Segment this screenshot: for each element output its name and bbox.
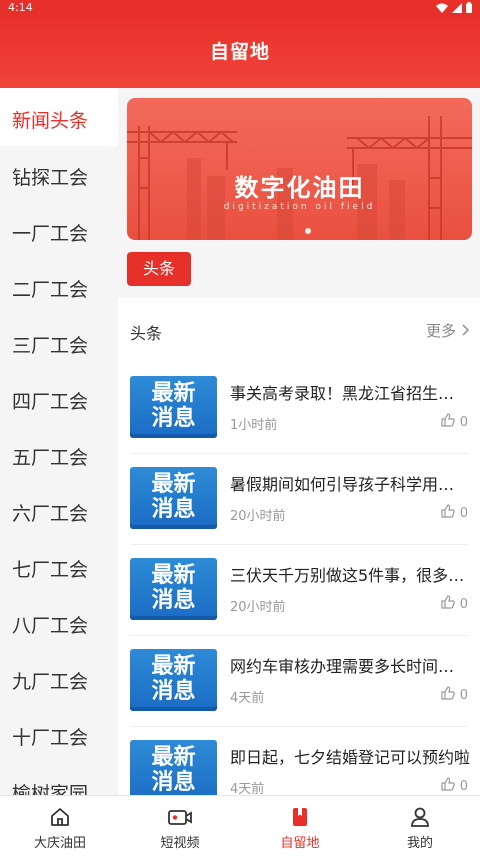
sidebar-item-plant-7[interactable]: 七厂工会 (0, 538, 118, 594)
news-panel: 头条 更多 最新消息 事关高考录取！黑龙江省招生考试院重要提醒 1小时前 0 最… (118, 298, 480, 795)
category-sidebar: 新闻头条 钻探工会 一厂工会 二厂工会 三厂工会 四厂工会 五厂工会 六厂工会 … (0, 88, 118, 795)
news-item[interactable]: 最新消息 暑假期间如何引导孩子科学用眼？专家支招 20小时前 0 (130, 455, 470, 545)
news-item[interactable]: 最新 消息 即日起，七夕结婚登记可以预约啦 4天前 0 (130, 728, 470, 795)
status-bar: 4:14 (0, 0, 480, 16)
news-time: 20小时前 (230, 600, 286, 615)
tab-label: 我的 (406, 836, 433, 851)
thumbs-up-icon (441, 413, 455, 431)
category-tag-headline[interactable]: 头条 (127, 252, 191, 286)
news-thumbnail: 最新 消息 (130, 740, 217, 795)
tab-short-video[interactable]: 短视频 (120, 796, 240, 858)
banner-subtitle: digitization oil field (223, 202, 376, 212)
sidebar-item-plant-8[interactable]: 八厂工会 (0, 594, 118, 650)
more-label: 更多 (425, 322, 456, 340)
tab-mine[interactable]: 我的 (360, 796, 480, 858)
app-header: 自留地 (0, 16, 480, 88)
news-time: 20小时前 (230, 509, 286, 524)
sidebar-item-plant-4[interactable]: 四厂工会 (0, 370, 118, 426)
sidebar-item-plant-9[interactable]: 九厂工会 (0, 650, 118, 706)
news-section-header: 头条 更多 (130, 320, 470, 343)
user-icon (360, 806, 480, 828)
banner-title: 数字化油田 (234, 174, 365, 202)
like-count: 0 (459, 505, 468, 521)
page-title: 自留地 (209, 41, 270, 63)
like-button[interactable]: 0 (441, 777, 468, 795)
sidebar-item-news[interactable]: 新闻头条 (0, 88, 118, 146)
sidebar-item-plant-6[interactable]: 六厂工会 (0, 482, 118, 538)
sidebar-item-plant-3[interactable]: 三厂工会 (0, 314, 118, 370)
wifi-icon (436, 3, 448, 13)
sidebar-item-plant-5[interactable]: 五厂工会 (0, 426, 118, 482)
like-count: 0 (459, 596, 468, 612)
news-item[interactable]: 最新消息 网约车审核办理需要多长时间？官方回复来了 4天前 0 (130, 637, 470, 727)
thumbs-up-icon (441, 504, 455, 522)
news-title: 即日起，七夕结婚登记可以预约啦 (230, 748, 470, 767)
video-icon (120, 806, 240, 828)
like-count: 0 (459, 778, 468, 794)
tab-daqing-oilfield[interactable]: 大庆油田 (0, 796, 120, 858)
news-title: 暑假期间如何引导孩子科学用眼？专家支招 (230, 475, 470, 494)
sidebar-item-drilling[interactable]: 钻探工会 (0, 146, 118, 202)
news-item[interactable]: 最新消息 事关高考录取！黑龙江省招生考试院重要提醒 1小时前 0 (130, 364, 470, 454)
thumbs-up-icon (441, 595, 455, 613)
news-thumbnail: 最新 消息 (130, 467, 217, 529)
news-thumbnail: 最新 消息 (130, 376, 217, 438)
like-button[interactable]: 0 (441, 504, 468, 522)
bookmark-icon (240, 806, 360, 828)
news-thumbnail: 最新 消息 (130, 649, 217, 711)
news-item[interactable]: 最新消息 三伏天千万别做这5件事，很多人都做错了 20小时前 0 (130, 546, 470, 636)
carousel-indicator (305, 228, 311, 234)
news-time: 4天前 (230, 691, 265, 706)
news-title: 网约车审核办理需要多长时间？官方回复来了 (230, 657, 470, 676)
tab-label: 自留地 (280, 836, 320, 851)
thumbs-up-icon (441, 686, 455, 704)
like-count: 0 (459, 414, 468, 430)
news-section-title: 头条 (130, 324, 163, 343)
like-count: 0 (459, 687, 468, 703)
tab-private-plot[interactable]: 自留地 (240, 796, 360, 858)
status-time: 4:14 (8, 1, 33, 14)
home-icon (0, 806, 120, 828)
news-time: 1小时前 (230, 418, 278, 433)
sidebar-item-plant-10[interactable]: 十厂工会 (0, 706, 118, 762)
main-content: 数字化油田 digitization oil field 头条 头条 更多 最新… (118, 88, 480, 795)
thumbs-up-icon (441, 777, 455, 795)
banner-carousel[interactable]: 数字化油田 digitization oil field (127, 98, 472, 240)
tab-label: 短视频 (160, 836, 200, 851)
news-thumbnail: 最新 消息 (130, 558, 217, 620)
tab-label: 大庆油田 (33, 836, 86, 851)
news-title: 事关高考录取！黑龙江省招生考试院重要提醒 (230, 384, 470, 403)
sidebar-item-yushu[interactable]: 榆树家园 (0, 762, 118, 795)
sidebar-item-plant-2[interactable]: 二厂工会 (0, 258, 118, 314)
chevron-right-icon (462, 322, 470, 340)
news-time: 4天前 (230, 782, 265, 795)
battery-icon (466, 2, 472, 13)
signal-icon (452, 2, 462, 13)
more-link[interactable]: 更多 (426, 320, 470, 341)
sidebar-item-plant-1[interactable]: 一厂工会 (0, 202, 118, 258)
like-button[interactable]: 0 (441, 595, 468, 613)
news-title: 三伏天千万别做这5件事，很多人都做错了 (230, 566, 470, 585)
bottom-tab-bar: 大庆油田 短视频 自留地 我的 (0, 795, 480, 858)
like-button[interactable]: 0 (441, 413, 468, 431)
like-button[interactable]: 0 (441, 686, 468, 704)
